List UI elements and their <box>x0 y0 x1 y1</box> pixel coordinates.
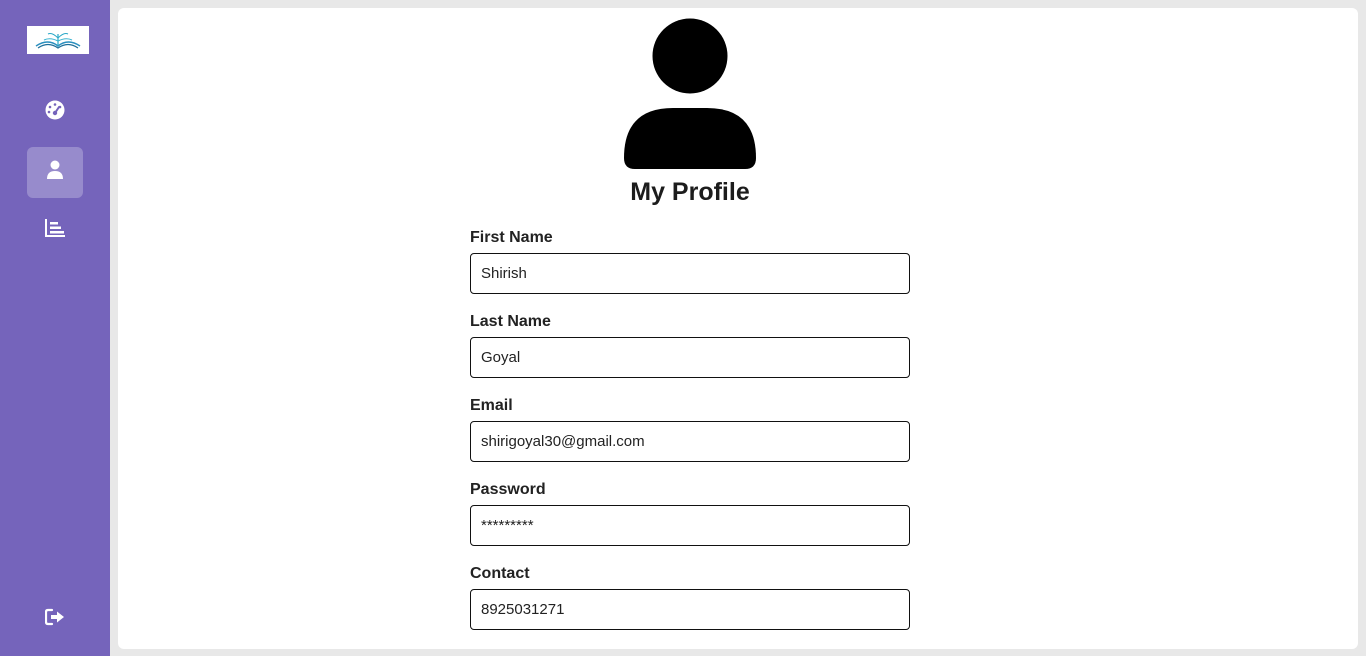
user-avatar-icon <box>623 18 757 170</box>
contact-label: Contact <box>470 565 530 582</box>
profile-form: First Name Shirish Last Name Goyal Email… <box>470 228 910 648</box>
contact-field-group: Contact 8925031271 <box>470 564 910 630</box>
email-input[interactable]: shirigoyal30@gmail.com <box>470 421 910 462</box>
email-field-group: Email shirigoyal30@gmail.com <box>470 396 910 462</box>
contact-input[interactable]: 8925031271 <box>470 589 910 630</box>
bar-chart-icon <box>45 219 65 242</box>
sidebar <box>0 0 110 656</box>
sidebar-item-reports[interactable] <box>27 205 83 256</box>
email-label: Email <box>470 397 513 414</box>
page-title: My Profile <box>630 178 750 206</box>
last-name-input[interactable]: Goyal <box>470 337 910 378</box>
first-name-input[interactable]: Shirish <box>470 253 910 294</box>
last-name-label: Last Name <box>470 313 551 330</box>
user-icon <box>46 160 64 185</box>
password-label: Password <box>470 481 546 498</box>
first-name-field-group: First Name Shirish <box>470 228 910 294</box>
main-content: My Profile First Name Shirish Last Name … <box>118 8 1358 649</box>
password-field-group: Password ********* <box>470 480 910 546</box>
first-name-label: First Name <box>470 229 553 246</box>
sidebar-item-profile[interactable] <box>27 147 83 198</box>
logout-button[interactable] <box>27 594 83 645</box>
last-name-field-group: Last Name Goyal <box>470 312 910 378</box>
dashboard-gauge-icon <box>45 100 65 125</box>
app-logo[interactable] <box>27 26 89 54</box>
password-input[interactable]: ********* <box>470 505 910 546</box>
logout-icon <box>44 608 65 631</box>
sidebar-item-dashboard[interactable] <box>27 87 83 138</box>
